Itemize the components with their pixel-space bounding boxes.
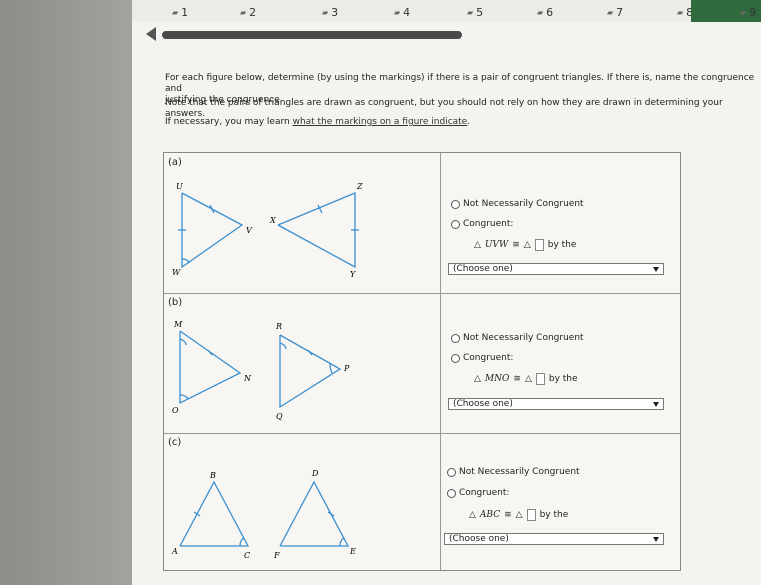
question-nav: ▰ 1 ▰ 2 ▰ 3 ▰ 4 ▰ 5 ▰ 6 ▰ 7 ▰ 8 ▰ 9 bbox=[132, 0, 761, 22]
figure-b: M N O P Q R bbox=[172, 320, 350, 421]
radio-icon bbox=[447, 467, 456, 477]
angle-arc bbox=[179, 394, 189, 400]
flag-icon: ▰ bbox=[394, 8, 401, 17]
radio-icon bbox=[451, 219, 460, 229]
tick-mark bbox=[209, 204, 215, 214]
part-a-label: (a) bbox=[168, 157, 182, 168]
flag-icon: ▰ bbox=[467, 8, 474, 17]
part-b-congruent-radio[interactable]: Congruent: bbox=[451, 353, 513, 363]
question-7[interactable]: ▰ 7 bbox=[607, 6, 623, 19]
part-a-not-congruent-radio[interactable]: Not Necessarily Congruent bbox=[451, 199, 584, 209]
radio-icon bbox=[451, 333, 460, 343]
instruction-line-3: If necessary, you may learn what the mar… bbox=[165, 117, 471, 127]
left-arrow-icon[interactable] bbox=[146, 27, 156, 41]
flag-icon: ▰ bbox=[607, 8, 614, 17]
part-c-statement: △ ABC ≅ △ by the bbox=[469, 509, 569, 521]
angle-arc bbox=[339, 537, 345, 547]
question-9[interactable]: ▰ 9 bbox=[740, 6, 756, 19]
question-6[interactable]: ▰ 6 bbox=[537, 6, 553, 19]
vertex-P: P bbox=[343, 364, 350, 373]
radio-icon bbox=[451, 199, 460, 209]
flag-icon: ▰ bbox=[537, 8, 544, 17]
flag-icon: ▰ bbox=[240, 8, 247, 17]
part-a-congruent-radio[interactable]: Congruent: bbox=[451, 219, 513, 229]
vertex-M: M bbox=[173, 320, 183, 329]
caret-down-icon bbox=[653, 266, 659, 272]
row-divider bbox=[164, 433, 680, 434]
caret-down-icon bbox=[653, 401, 659, 407]
part-b-not-congruent-radio[interactable]: Not Necessarily Congruent bbox=[451, 333, 584, 343]
vertex-B: B bbox=[209, 471, 216, 480]
triangle-def bbox=[279, 480, 350, 547]
left-bezel bbox=[0, 0, 132, 585]
part-b-label: (b) bbox=[168, 297, 183, 308]
vertex-Y: Y bbox=[350, 270, 356, 279]
angle-arc bbox=[179, 338, 187, 346]
triangle-abc bbox=[179, 480, 250, 547]
vertex-U: U bbox=[176, 182, 183, 191]
triangle-xyz bbox=[277, 192, 356, 269]
flag-icon: ▰ bbox=[322, 8, 329, 17]
row-divider bbox=[164, 293, 680, 294]
part-a-statement: △ UVW ≅ △ by the bbox=[474, 239, 577, 251]
vertex-Z: Z bbox=[356, 182, 363, 191]
figure-c: A B C D E F bbox=[171, 469, 356, 560]
radio-icon bbox=[451, 353, 460, 363]
radio-icon bbox=[447, 488, 456, 498]
angle-arc bbox=[279, 342, 287, 350]
triangle-mno bbox=[179, 330, 242, 405]
vertex-C: C bbox=[244, 551, 250, 560]
figure-a: U V W X Y Z bbox=[172, 182, 363, 279]
vertex-F: F bbox=[273, 551, 280, 560]
question-2[interactable]: ▰ 2 bbox=[240, 6, 256, 19]
part-b-reason-select[interactable]: (Choose one) bbox=[448, 398, 664, 410]
vertex-N: N bbox=[243, 374, 252, 383]
tick-mark bbox=[327, 511, 335, 517]
vertex-W: W bbox=[172, 268, 181, 277]
part-c-reason-select[interactable]: (Choose one) bbox=[444, 533, 664, 545]
vertex-R: R bbox=[275, 322, 282, 331]
column-divider bbox=[440, 153, 441, 570]
markings-help-link[interactable]: what the markings on a figure indicate bbox=[293, 117, 468, 127]
flag-icon: ▰ bbox=[677, 8, 684, 17]
question-1[interactable]: ▰ 1 bbox=[172, 6, 188, 19]
angle-arc bbox=[239, 537, 245, 547]
part-a-answer-input[interactable] bbox=[534, 239, 544, 251]
part-c-answer-input[interactable] bbox=[526, 509, 536, 521]
caret-down-icon bbox=[653, 536, 659, 542]
vertex-D: D bbox=[311, 469, 319, 478]
vertex-E: E bbox=[349, 547, 356, 556]
part-c-congruent-radio[interactable]: Congruent: bbox=[447, 488, 509, 498]
screen: ▰ 1 ▰ 2 ▰ 3 ▰ 4 ▰ 5 ▰ 6 ▰ 7 ▰ 8 ▰ 9 For each figu… bbox=[132, 0, 761, 585]
tick-mark bbox=[317, 204, 323, 214]
tick-mark bbox=[193, 511, 201, 517]
part-c-not-congruent-radio[interactable]: Not Necessarily Congruent bbox=[447, 467, 580, 477]
question-5[interactable]: ▰ 5 bbox=[467, 6, 483, 19]
flag-icon: ▰ bbox=[172, 8, 179, 17]
vertex-X: X bbox=[269, 216, 276, 225]
part-b-answer-input[interactable] bbox=[535, 373, 545, 385]
part-c-label: (c) bbox=[168, 437, 182, 448]
flag-icon: ▰ bbox=[740, 8, 747, 17]
vertex-O: O bbox=[172, 406, 179, 415]
vertex-A: A bbox=[171, 547, 178, 556]
question-3[interactable]: ▰ 3 bbox=[322, 6, 338, 19]
vertex-Q: Q bbox=[276, 412, 283, 421]
part-b-statement: △ MNO ≅ △ by the bbox=[474, 373, 578, 385]
progress-bar bbox=[162, 31, 462, 39]
vertex-V: V bbox=[246, 226, 253, 235]
triangle-uvw bbox=[181, 192, 244, 269]
part-a-reason-select[interactable]: (Choose one) bbox=[448, 263, 664, 275]
question-4[interactable]: ▰ 4 bbox=[394, 6, 410, 19]
problem-panel: (a) U V W X Y Z Not Necessarily Congruen… bbox=[163, 152, 681, 571]
